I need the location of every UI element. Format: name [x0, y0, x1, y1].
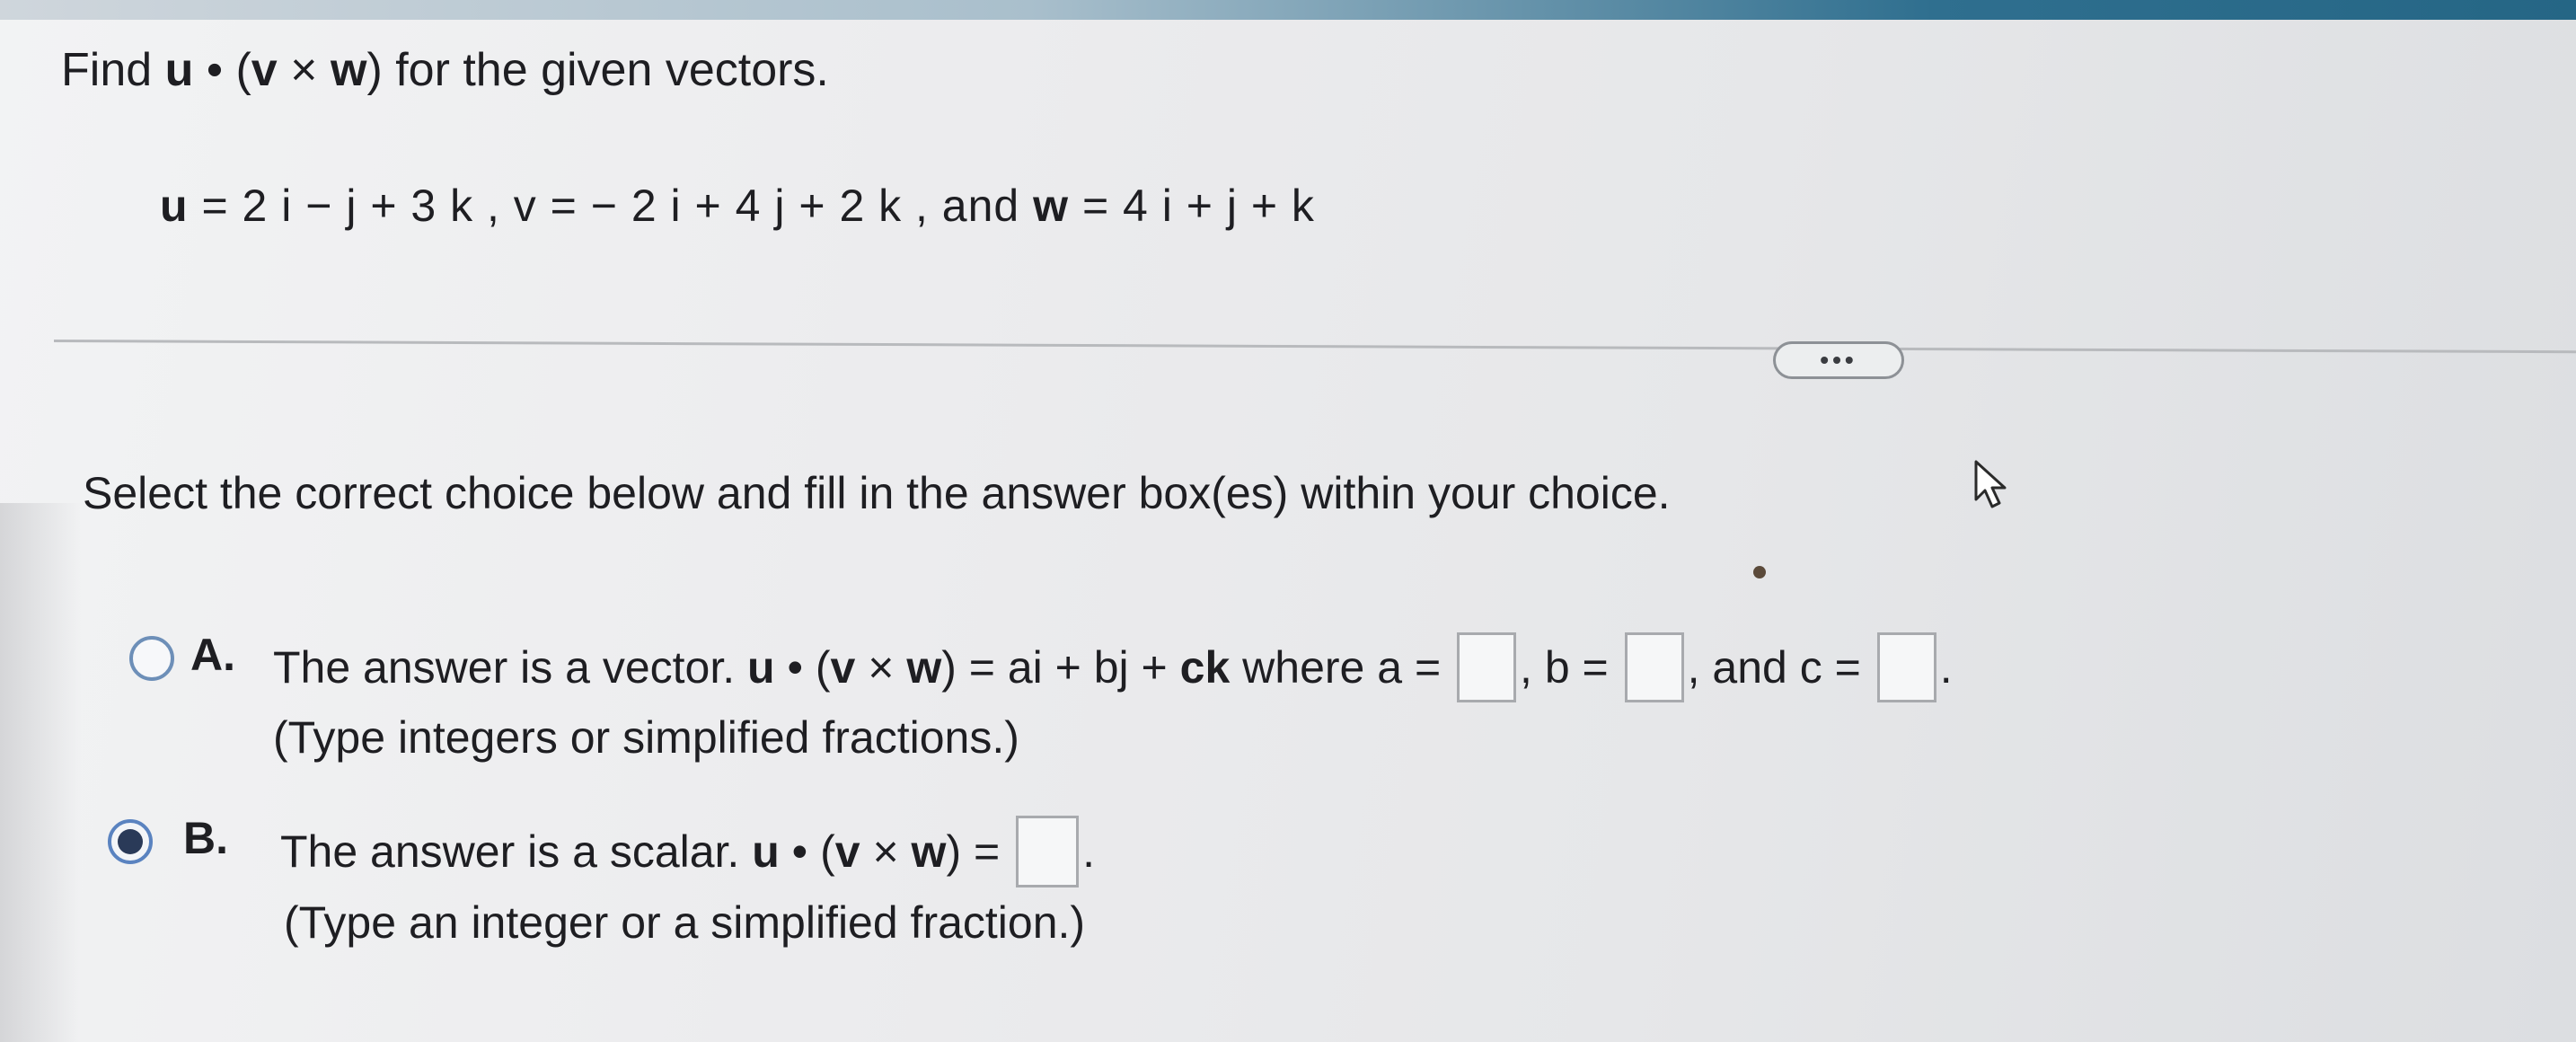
choice-b-letter: B.: [183, 813, 228, 863]
choice-a-w: w: [906, 642, 942, 693]
vector-w-expr: = 4 i + j + k: [1069, 181, 1315, 231]
title-u: u: [164, 44, 194, 96]
choice-a-cross: ×: [855, 642, 907, 693]
choice-b-radio-dot: [118, 829, 143, 854]
choice-a-letter: A.: [190, 630, 235, 680]
vector-u-label: u: [160, 181, 189, 231]
instructions-text: Select the correct choice below and fill…: [83, 468, 1671, 518]
choice-b-w: w: [911, 826, 947, 878]
choice-a-u: u: [747, 642, 775, 693]
choice-b-radio[interactable]: [108, 819, 153, 864]
more-options-label: •••: [1820, 346, 1857, 374]
answer-box-c[interactable]: [1876, 632, 1936, 702]
answer-box-b[interactable]: [1624, 632, 1684, 702]
title-v: v: [251, 44, 278, 96]
top-window-edge: [0, 0, 2576, 20]
given-vectors: u = 2 i − j + 3 k , v = − 2 i + 4 j + 2 …: [160, 180, 1315, 232]
title-w: w: [330, 44, 367, 96]
answer-box-scalar[interactable]: [1016, 816, 1080, 887]
choice-b-dot: • (: [779, 826, 835, 878]
choice-a-hint: (Type integers or simplified fractions.): [273, 712, 1019, 763]
title-suffix: ) for the given vectors.: [366, 44, 829, 96]
title-cross: ×: [277, 44, 331, 96]
screen-speck: [1753, 566, 1766, 578]
pointer-cursor-icon: [1974, 460, 2007, 508]
choice-a-v: v: [830, 642, 856, 693]
choice-a-radio[interactable]: [129, 636, 174, 681]
choice-a-dot: • (: [774, 642, 831, 693]
section-divider: [53, 340, 2576, 354]
choice-b-text: The answer is a scalar. u • (v × w) = .: [280, 816, 1095, 891]
title-prefix: Find: [61, 44, 165, 96]
choice-a-where: where a =: [1230, 642, 1454, 693]
choice-b-u: u: [752, 826, 780, 878]
choice-b-end: .: [1082, 826, 1095, 878]
title-dot: • (: [193, 44, 251, 96]
choice-b-text-before: The answer is a scalar.: [280, 826, 753, 878]
screen-background: Find u • (v × w) for the given vectors. …: [0, 0, 2576, 1042]
choice-b-cross: ×: [860, 826, 912, 878]
vector-u-v-expr: = 2 i − j + 3 k , v = − 2 i + 4 j + 2 k …: [188, 181, 1034, 231]
choice-b-after: ) =: [946, 826, 1013, 878]
choice-b-hint: (Type an integer or a simplified fractio…: [284, 897, 1086, 948]
choice-a-b-label: , b =: [1520, 642, 1621, 693]
vector-w-label: w: [1033, 181, 1070, 231]
more-options-button[interactable]: •••: [1773, 341, 1904, 379]
answer-box-a[interactable]: [1457, 632, 1517, 702]
shadow-overlay: [0, 503, 81, 1042]
choice-a-after: ) = ai + bj +: [941, 642, 1180, 693]
choice-a-text-before: The answer is a vector.: [273, 642, 748, 693]
question-title: Find u • (v × w) for the given vectors.: [61, 43, 829, 97]
choice-a-text: The answer is a vector. u • (v × w) = ai…: [273, 632, 1953, 706]
choice-a-end: .: [1939, 642, 1953, 693]
choice-b-v: v: [834, 826, 860, 878]
choice-a-ck: ck: [1179, 642, 1231, 693]
choice-a-c-label: , and c =: [1687, 642, 1874, 693]
